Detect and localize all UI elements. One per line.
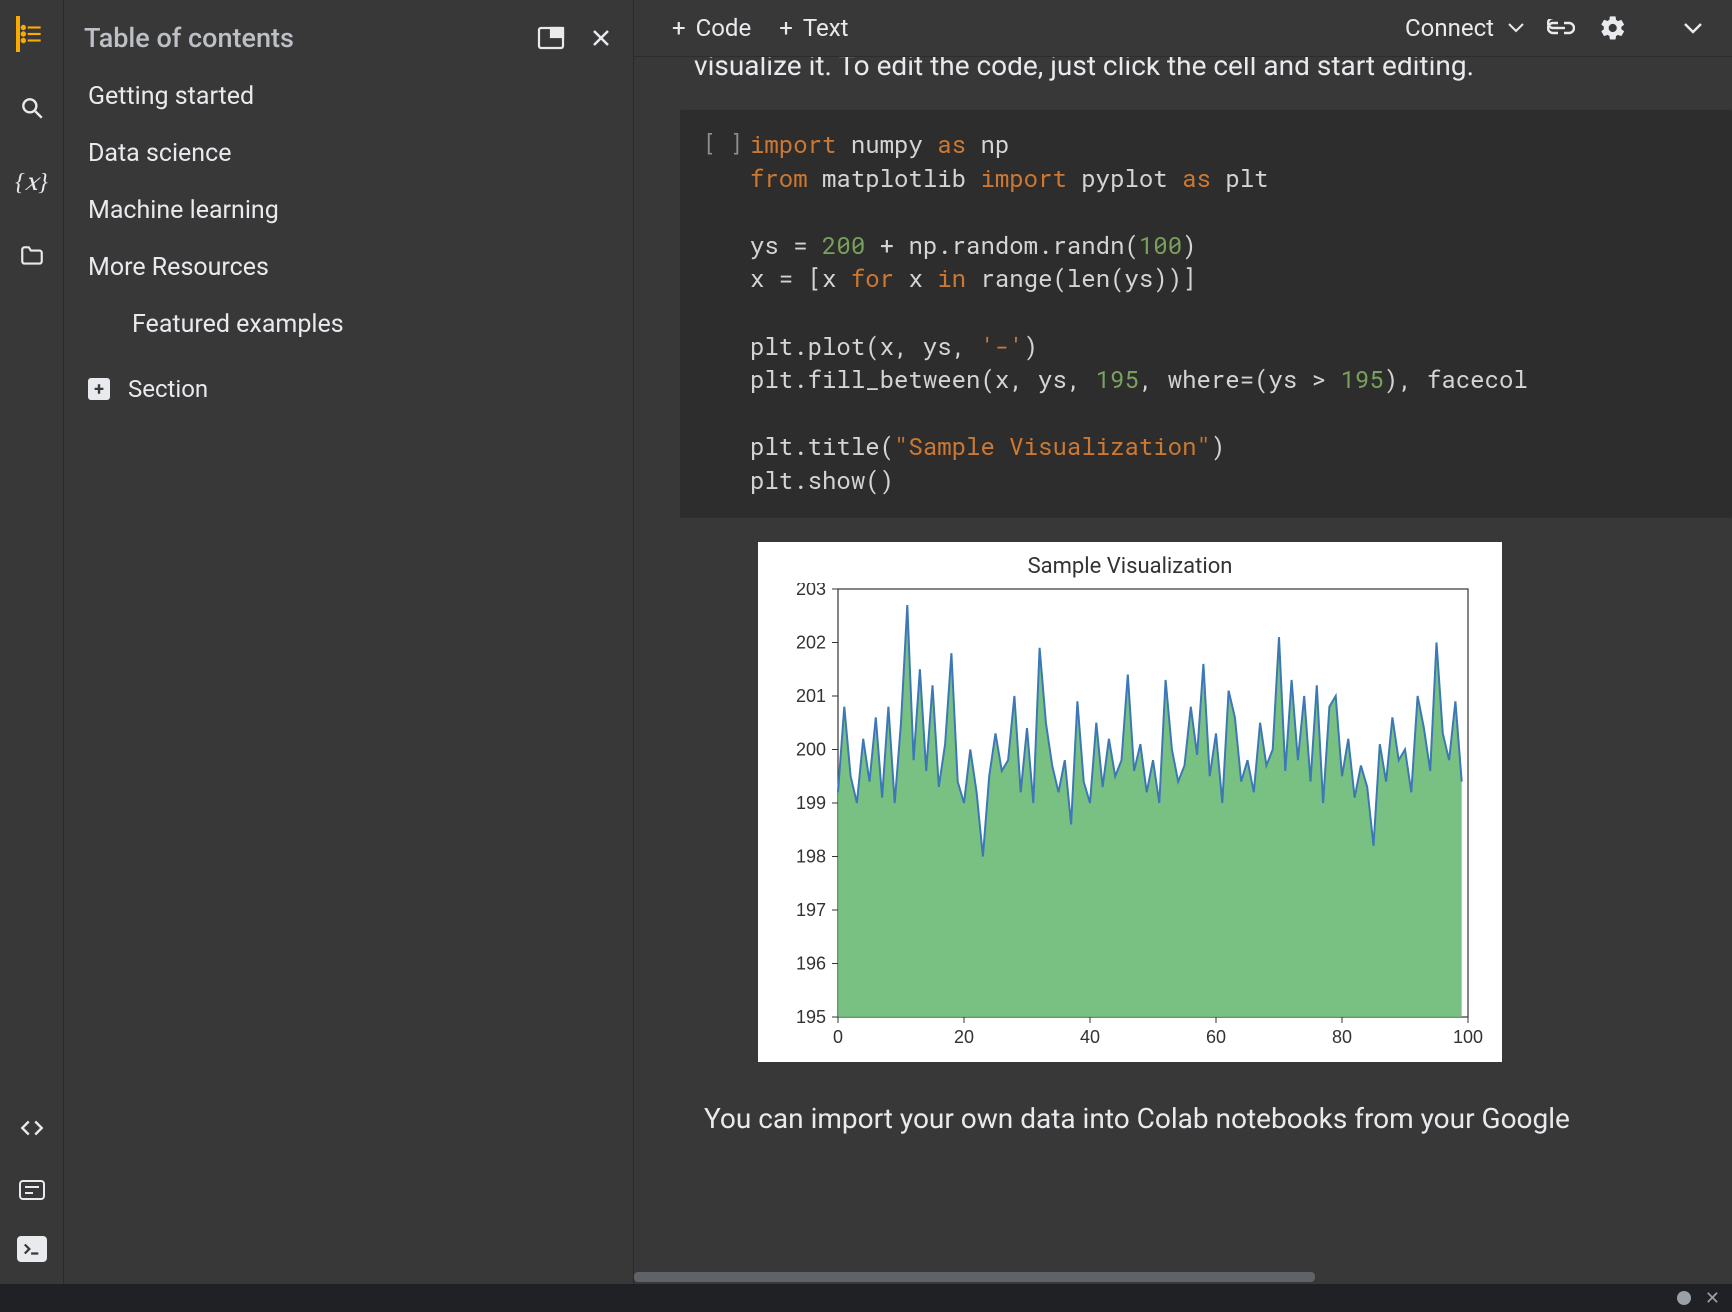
editing-chevron-icon[interactable] [1678,13,1708,43]
toc-item[interactable]: Machine learning [88,192,633,229]
plus-icon: + [672,14,686,42]
code-cell[interactable]: [ ] import numpy as np from matplotlib i… [680,110,1732,518]
svg-text:199: 199 [796,793,826,813]
code-editor[interactable]: import numpy as np from matplotlib impor… [750,128,1528,498]
link-icon[interactable] [1546,13,1576,43]
toc-title: Table of contents [84,22,294,54]
notebook-content: +Code +Text Connect visualize it. To [634,0,1732,1284]
popout-icon[interactable] [537,24,565,52]
toc-item[interactable]: Data science [88,135,633,172]
toc-item[interactable]: Getting started [88,78,633,115]
add-section-label: Section [128,375,208,403]
svg-text:197: 197 [796,900,826,920]
toc-panel: Table of contents Getting started Data s… [64,0,634,1284]
add-code-button[interactable]: +Code [658,10,765,46]
svg-text:202: 202 [796,632,826,652]
svg-text:60: 60 [1206,1027,1226,1047]
code-snippets-icon[interactable] [16,1112,48,1144]
toc-icon[interactable] [16,18,48,50]
status-bar: ✕ [0,1284,1732,1312]
chart-plot: 195 196 197 198 199 200 201 202 203 0 20 40 60 80 100 [772,583,1488,1063]
svg-text:203: 203 [796,583,826,599]
connect-button[interactable]: Connect [1405,14,1524,42]
chart-title: Sample Visualization [772,554,1488,579]
plus-icon: + [88,378,110,400]
cell-exec-indicator[interactable]: [ ] [696,128,750,498]
add-section-button[interactable]: + Section [88,375,633,403]
svg-text:200: 200 [796,739,826,759]
toc-subitem[interactable]: Featured examples [88,306,633,343]
cell-toolbar: +Code +Text Connect [634,0,1732,57]
chevron-down-icon [1508,23,1524,33]
svg-text:195: 195 [796,1007,826,1027]
svg-text:196: 196 [796,953,826,973]
toc-item[interactable]: More Resources [88,249,633,286]
files-icon[interactable] [16,240,48,272]
close-icon[interactable] [587,24,615,52]
svg-text:201: 201 [796,686,826,706]
svg-text:198: 198 [796,846,826,866]
svg-text:0: 0 [833,1027,843,1047]
search-icon[interactable] [16,92,48,124]
svg-text:40: 40 [1080,1027,1100,1047]
add-text-button[interactable]: +Text [765,10,862,46]
gear-icon[interactable] [1598,13,1628,43]
intro-text: visualize it. To edit the code, just cli… [674,57,1732,110]
status-dot-icon [1677,1291,1691,1305]
close-icon[interactable]: ✕ [1705,1288,1720,1309]
terminal-icon[interactable] [17,1236,47,1262]
variables-icon[interactable]: {𝑥} [16,166,48,198]
svg-text:80: 80 [1332,1027,1352,1047]
svg-text:100: 100 [1453,1027,1483,1047]
left-icon-rail: {𝑥} [0,0,64,1284]
command-palette-icon[interactable] [16,1174,48,1206]
svg-text:20: 20 [954,1027,974,1047]
horizontal-scrollbar[interactable] [634,1270,1732,1284]
plus-icon: + [779,14,793,42]
chart-output: Sample Visualization 1951961971981992002… [758,542,1502,1062]
footer-text: You can import your own data into Colab … [674,1102,1732,1155]
